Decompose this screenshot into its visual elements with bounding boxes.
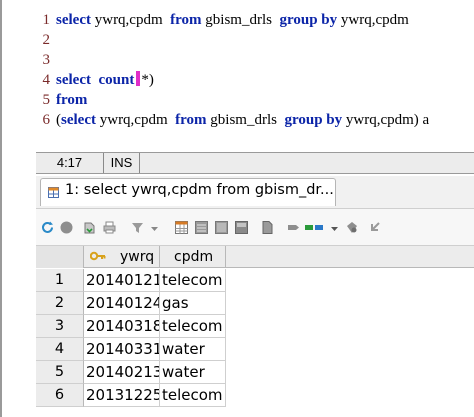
column-header-cpdm[interactable]: cpdm: [160, 246, 226, 268]
cell-ywrq[interactable]: 20140124: [84, 292, 160, 315]
table-row[interactable]: 4 20140331 water: [36, 338, 226, 361]
row-number[interactable]: 1: [36, 269, 84, 292]
result-grid[interactable]: ywrq cpdm 1 20140121 telecom 2 20140124 …: [36, 246, 474, 417]
sql-keyword: select: [56, 72, 91, 88]
sql-text: *): [141, 72, 154, 88]
text-view-icon[interactable]: [214, 220, 229, 235]
column-header-label: ywrq: [120, 249, 155, 265]
sql-editor[interactable]: 1 select ywrq,cpdm from gbism_drls group …: [0, 0, 474, 152]
cell-cpdm[interactable]: telecom: [160, 269, 226, 292]
sql-keyword: from: [175, 112, 207, 128]
record-view-icon[interactable]: [194, 220, 209, 235]
table-row[interactable]: 1 20140121 telecom: [36, 269, 226, 292]
text-cursor: [136, 71, 141, 86]
grid-corner[interactable]: [36, 246, 84, 268]
code-text[interactable]: select ywrq,cpdm from gbism_drls group b…: [56, 10, 409, 30]
insert-mode: INS: [104, 153, 140, 173]
row-number[interactable]: 5: [36, 361, 84, 384]
sql-keyword: group by: [279, 12, 338, 28]
cell-cpdm[interactable]: telecom: [160, 384, 226, 407]
save-icon[interactable]: [344, 220, 359, 235]
column-header-label: cpdm: [174, 249, 214, 265]
result-tab-label: 1: select ywrq,cpdm from gbism_dr...: [65, 182, 334, 198]
sql-text: gbism_drls: [201, 12, 280, 28]
left-panel-edge: [0, 152, 36, 417]
dropdown-arrow-icon[interactable]: [330, 220, 339, 235]
table-row[interactable]: 5 20140213 water: [36, 361, 226, 384]
line-number: 1: [42, 12, 51, 28]
refresh-icon[interactable]: [40, 220, 55, 235]
undo-icon[interactable]: [368, 220, 383, 235]
cell-ywrq[interactable]: 20131225: [84, 384, 160, 407]
sql-text: ywrq,cpdm: [95, 112, 176, 128]
sql-keyword: select: [61, 112, 96, 128]
grid-view-icon[interactable]: [174, 220, 189, 235]
table-row[interactable]: 6 20131225 telecom: [36, 384, 226, 407]
sql-keyword: from: [170, 12, 202, 28]
filter-icon[interactable]: [130, 220, 145, 235]
cell-cpdm[interactable]: water: [160, 338, 226, 361]
result-tab[interactable]: 1: select ywrq,cpdm from gbism_dr...: [40, 178, 336, 206]
table-row[interactable]: 2 20140124 gas: [36, 292, 226, 315]
sql-text: ywrq,cpdm) a: [342, 112, 430, 128]
result-toolbar: [36, 208, 474, 246]
cell-cpdm[interactable]: telecom: [160, 315, 226, 338]
row-number[interactable]: 4: [36, 338, 84, 361]
stop-icon[interactable]: [59, 220, 74, 235]
line-number: 5: [42, 92, 51, 108]
code-text[interactable]: select count *): [56, 70, 154, 90]
row-number[interactable]: 2: [36, 292, 84, 315]
line-number: 2: [42, 32, 51, 48]
sql-text: gbism_drls: [206, 112, 285, 128]
cell-ywrq[interactable]: 20140331: [84, 338, 160, 361]
sql-keyword: group by: [284, 112, 343, 128]
export-icon[interactable]: [234, 220, 249, 235]
cell-cpdm[interactable]: gas: [160, 292, 226, 315]
table-row[interactable]: 3 20140318 telecom: [36, 315, 226, 338]
fetch-next-icon[interactable]: [82, 220, 97, 235]
editor-status-bar: 4:17 INS: [36, 152, 474, 174]
print-icon[interactable]: [102, 220, 117, 235]
line-number: 4: [42, 72, 51, 88]
editor-text-area[interactable]: 1 select ywrq,cpdm from gbism_drls group …: [38, 0, 474, 152]
line-number: 6: [42, 112, 51, 128]
mark-icon[interactable]: [260, 220, 275, 235]
cell-cpdm[interactable]: water: [160, 361, 226, 384]
dropdown-arrow-icon[interactable]: [150, 220, 159, 235]
key-icon: [90, 251, 106, 261]
sql-keyword: select: [56, 12, 91, 28]
grid-header: ywrq cpdm: [36, 246, 474, 268]
result-tab-strip: 1: select ywrq,cpdm from gbism_dr...: [36, 176, 474, 208]
row-number[interactable]: 3: [36, 315, 84, 338]
link-icon[interactable]: [304, 220, 324, 235]
column-header-ywrq[interactable]: ywrq: [84, 246, 160, 268]
code-text[interactable]: from: [56, 90, 87, 110]
row-number[interactable]: 6: [36, 384, 84, 407]
line-number: 3: [42, 52, 51, 68]
sql-text: ywrq,cpdm: [90, 12, 171, 28]
sql-keyword: count: [98, 72, 135, 88]
results-grid-icon: [48, 187, 59, 198]
sql-keyword: from: [56, 92, 88, 108]
cursor-position: 4:17: [36, 153, 104, 173]
code-text[interactable]: (select ywrq,cpdm from gbism_drls group …: [56, 110, 429, 130]
sql-text: ywrq,cpdm: [337, 12, 409, 28]
cell-ywrq[interactable]: 20140318: [84, 315, 160, 338]
transfer-icon[interactable]: [286, 220, 301, 235]
cell-ywrq[interactable]: 20140121: [84, 269, 160, 292]
cell-ywrq[interactable]: 20140213: [84, 361, 160, 384]
